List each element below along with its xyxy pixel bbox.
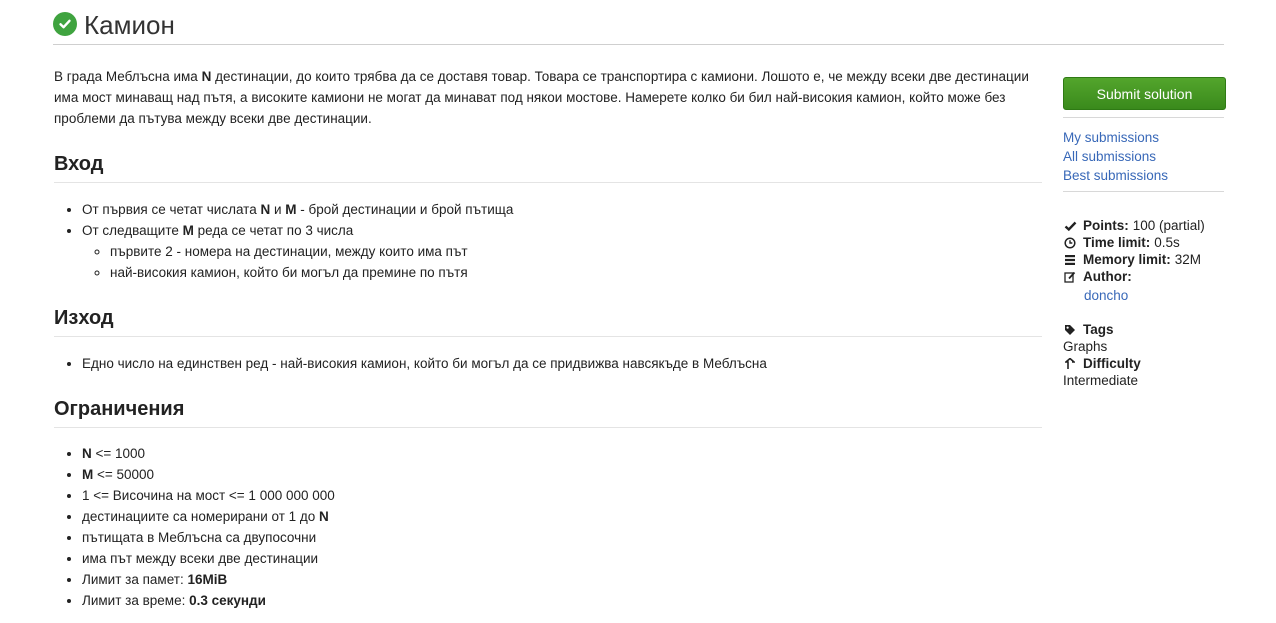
points-row: Points: 100 (partial) (1063, 217, 1226, 234)
sidebar: Submit solution My submissions All submi… (1063, 77, 1226, 389)
text: дестинациите са номерирани от 1 до (82, 509, 320, 524)
output-list: Едно число на единствен ред - най-високи… (54, 353, 1042, 374)
list-item: Едно число на единствен ред - най-високи… (82, 353, 1042, 374)
memory-value: 16MiB (187, 572, 228, 587)
intro-part: В града Меблъсна има (54, 69, 202, 84)
tags-block: Tags Graphs Difficulty Intermediate (1063, 321, 1226, 389)
page-title: Камион (84, 9, 175, 40)
check-circle-icon (53, 12, 77, 36)
text: От първия се четат числата (82, 202, 261, 217)
list-item: Лимит за време: 0.3 секунди (82, 590, 1042, 611)
tags-row: Tags (1063, 321, 1226, 338)
difficulty-row: Difficulty (1063, 355, 1226, 372)
var-n: N (260, 202, 271, 217)
list-item: Лимит за памет: 16MiB (82, 569, 1042, 590)
submit-solution-button[interactable]: Submit solution (1063, 77, 1226, 110)
list-item: има път между всеки две дестинации (82, 548, 1042, 569)
text: Лимит за време: (82, 593, 190, 608)
list-item: M <= 50000 (82, 464, 1042, 485)
constraints-heading: Ограничения (54, 398, 1042, 428)
constraints-list: N <= 1000 M <= 50000 1 <= Височина на мо… (54, 443, 1042, 611)
time-limit-label: Time limit: (1083, 235, 1151, 250)
time-value: 0.3 секунди (189, 593, 266, 608)
page-header: Камион (53, 6, 1224, 45)
list-item: дестинациите са номерирани от 1 до N (82, 506, 1042, 527)
problem-statement: В града Меблъсна има N дестинации, до ко… (54, 66, 1042, 611)
list-item: най-високия камион, който би могъл да пр… (110, 262, 1042, 283)
text: Лимит за памет: (82, 572, 188, 587)
arrow-up-icon (1063, 357, 1077, 370)
memory-icon (1063, 254, 1077, 266)
divider (1063, 191, 1224, 192)
best-submissions-link[interactable]: Best submissions (1063, 166, 1226, 185)
var-m: M (182, 223, 194, 238)
text: - брой дестинации и брой пътища (296, 202, 514, 217)
divider (1063, 117, 1224, 118)
var-n: N (82, 446, 92, 461)
all-submissions-link[interactable]: All submissions (1063, 147, 1226, 166)
author-label: Author: (1083, 269, 1132, 284)
time-limit-row: Time limit: 0.5s (1063, 234, 1226, 251)
text: <= 1000 (91, 446, 146, 461)
var-m: M (82, 467, 94, 482)
output-section: Изход Едно число на единствен ред - най-… (54, 307, 1042, 374)
author-link[interactable]: doncho (1084, 286, 1226, 305)
text: От следващите (82, 223, 183, 238)
list-item: От следващите M реда се четат по 3 числа… (82, 220, 1042, 283)
text: реда се четат по 3 числа (193, 223, 354, 238)
tag-icon (1063, 324, 1077, 336)
intro-n: N (201, 69, 212, 84)
list-item: 1 <= Височина на мост <= 1 000 000 000 (82, 485, 1042, 506)
pencil-icon (1063, 271, 1077, 283)
points-value: 100 (partial) (1132, 218, 1205, 233)
input-section: Вход От първия се четат числата N и M - … (54, 153, 1042, 283)
memory-limit-value: 32M (1174, 252, 1202, 267)
difficulty-label: Difficulty (1083, 356, 1141, 371)
text: и (270, 202, 286, 217)
output-heading: Изход (54, 307, 1042, 337)
author-row: Author: (1063, 268, 1226, 285)
submission-links: My submissions All submissions Best subm… (1063, 128, 1226, 185)
tag-value: Graphs (1063, 339, 1108, 354)
points-label: Points: (1083, 218, 1129, 233)
difficulty-value: Intermediate (1063, 373, 1139, 388)
list-item: първите 2 - номера на дестинации, между … (110, 241, 1042, 262)
problem-info: Points: 100 (partial) Time limit: 0.5s M… (1063, 217, 1226, 389)
check-icon (1063, 220, 1077, 232)
memory-limit-label: Memory limit: (1083, 252, 1171, 267)
list-item: N <= 1000 (82, 443, 1042, 464)
time-limit-value: 0.5s (1154, 235, 1180, 250)
my-submissions-link[interactable]: My submissions (1063, 128, 1226, 147)
constraints-section: Ограничения N <= 1000 M <= 50000 1 <= Ви… (54, 398, 1042, 611)
intro-text: В града Меблъсна има N дестинации, до ко… (54, 66, 1042, 129)
var-m: M (285, 202, 297, 217)
var-n: N (319, 509, 329, 524)
text: <= 50000 (93, 467, 155, 482)
memory-limit-row: Memory limit: 32M (1063, 251, 1226, 268)
tags-label: Tags (1083, 322, 1114, 337)
input-list: От първия се четат числата N и M - брой … (54, 199, 1042, 283)
clock-icon (1063, 236, 1077, 249)
input-sublist: първите 2 - номера на дестинации, между … (82, 241, 1042, 283)
list-item: От първия се четат числата N и M - брой … (82, 199, 1042, 220)
input-heading: Вход (54, 153, 1042, 183)
list-item: пътищата в Меблъсна са двупосочни (82, 527, 1042, 548)
